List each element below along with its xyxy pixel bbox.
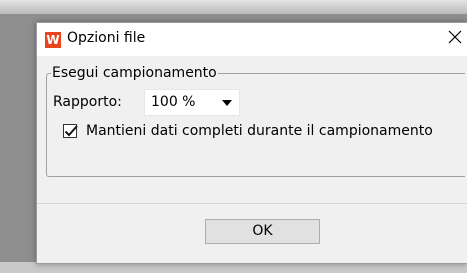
- ok-button[interactable]: OK: [205, 219, 320, 244]
- file-options-dialog: W Opzioni file Esegui campionamento Rapp…: [36, 22, 467, 264]
- wps-app-icon: W: [45, 32, 61, 48]
- dialog-titlebar[interactable]: W Opzioni file: [37, 23, 467, 56]
- background-desktop-left: [0, 14, 30, 273]
- ratio-dropdown[interactable]: 100 %: [144, 89, 240, 116]
- checkmark-icon: [64, 125, 78, 137]
- ratio-selected-value: 100 %: [151, 94, 196, 110]
- footer-divider: [37, 203, 467, 204]
- chevron-down-icon: [222, 96, 232, 109]
- keep-full-data-label[interactable]: Mantieni dati completi durante il campio…: [86, 123, 433, 139]
- sampling-group-legend: Esegui campionamento: [51, 64, 218, 82]
- close-x-glyph: [448, 30, 462, 44]
- background-desktop-top: [0, 0, 467, 14]
- keep-full-data-checkbox[interactable]: [63, 124, 78, 138]
- ratio-label: Rapporto:: [53, 94, 122, 110]
- dialog-title: Opzioni file: [67, 30, 146, 46]
- close-icon[interactable]: [445, 27, 465, 49]
